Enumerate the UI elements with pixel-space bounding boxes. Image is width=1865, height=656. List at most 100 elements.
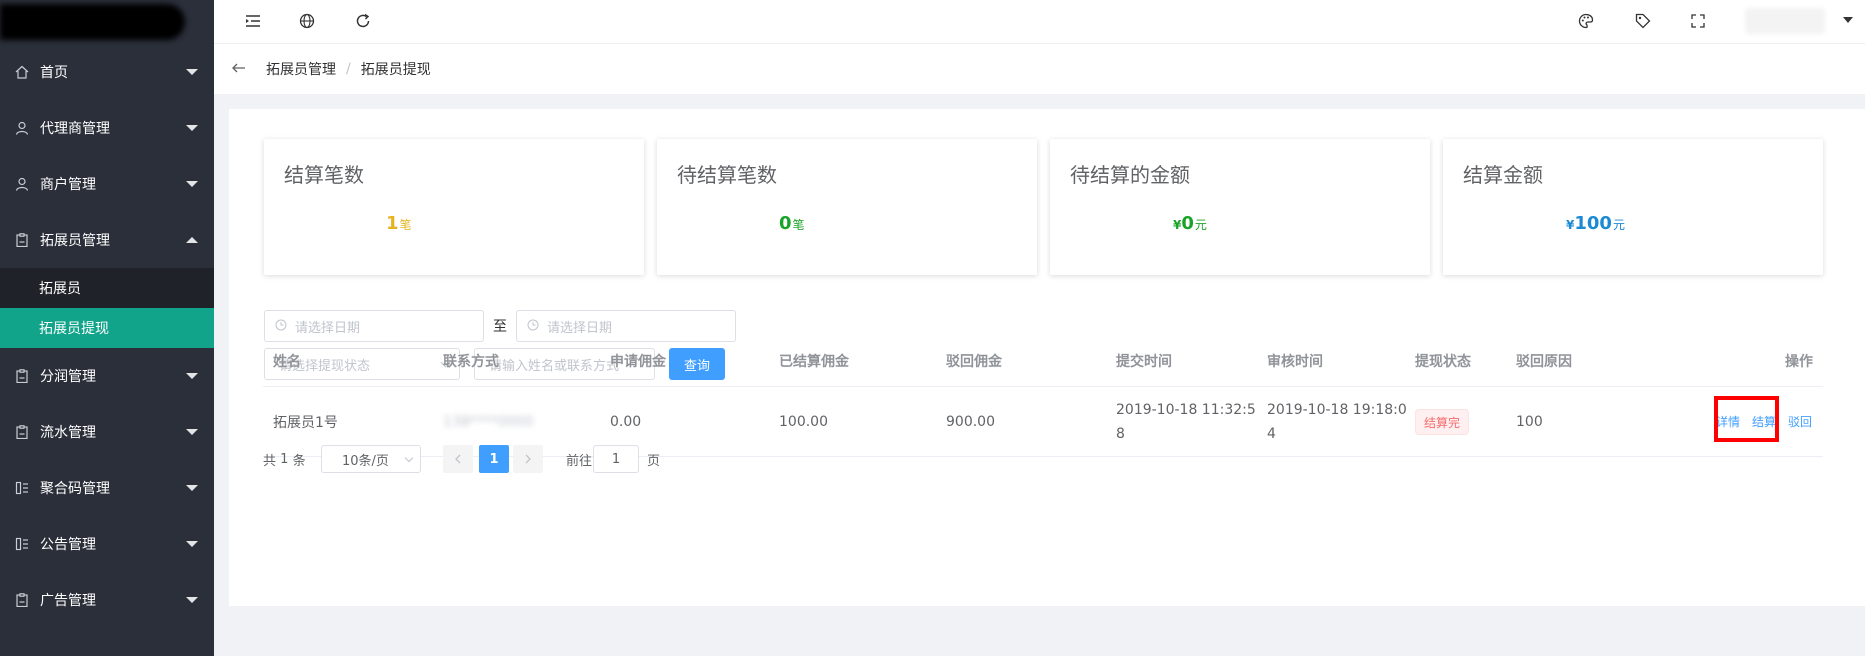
main-content: 结算笔数 1笔 待结算笔数 0笔 待结算的金额 ¥0元 结算金额 ¥100元 请… <box>229 109 1865 606</box>
palette-icon[interactable] <box>1577 12 1595 30</box>
clipboard-icon <box>14 232 30 248</box>
sidebar-item-transactions[interactable]: 流水管理 <box>0 404 214 460</box>
avatar[interactable] <box>1745 8 1825 34</box>
sidebar-item-agents[interactable]: 代理商管理 <box>0 100 214 156</box>
start-date-placeholder: 请选择日期 <box>295 320 361 336</box>
caret-down-icon <box>186 597 198 603</box>
logo <box>0 0 214 44</box>
sidebar-subitem-expander-withdraw[interactable]: 拓展员提现 <box>0 308 214 348</box>
sidebar-item-profit-share[interactable]: 分润管理 <box>0 348 214 404</box>
submenu-expanders: 拓展员 拓展员提现 <box>0 268 214 348</box>
stat-title: 待结算笔数 <box>677 163 777 187</box>
stat-title: 结算笔数 <box>284 163 364 187</box>
sidebar-item-label: 分润管理 <box>40 369 96 385</box>
column-header: 联系方式 <box>443 353 499 370</box>
stat-title: 待结算的金额 <box>1070 163 1190 187</box>
next-page-button[interactable] <box>513 445 543 473</box>
cell-reason: 100 <box>1516 413 1543 430</box>
tag-icon[interactable] <box>1634 12 1652 30</box>
reject-link[interactable]: 驳回 <box>1788 413 1812 430</box>
stat-card-settle-count: 结算笔数 1笔 <box>264 139 644 275</box>
prev-page-button[interactable] <box>443 445 473 473</box>
cell-status: 结算完 <box>1405 387 1470 456</box>
goto-page-input[interactable]: 1 <box>593 445 639 473</box>
date-range-separator: 至 <box>493 319 507 335</box>
clock-icon <box>275 319 287 334</box>
sidebar-item-label: 商户管理 <box>40 177 96 193</box>
sidebar-subitem-expander[interactable]: 拓展员 <box>0 268 214 308</box>
page-1-button[interactable]: 1 <box>479 445 509 473</box>
caret-down-icon <box>186 125 198 131</box>
cell-review-time: 2019-10-18 19:18:0 4 <box>1267 401 1407 442</box>
caret-down-icon <box>186 541 198 547</box>
stat-value: ¥0元 <box>1173 213 1207 234</box>
column-header: 申请佣金 <box>610 353 666 370</box>
chevron-down-icon <box>404 453 414 463</box>
breadcrumb: 拓展员管理 / 拓展员提现 <box>214 44 1865 94</box>
globe-icon[interactable] <box>298 12 316 30</box>
clipboard-icon <box>14 424 30 440</box>
sidebar: 首页 代理商管理 商户管理 拓展员管理 拓展员 拓展员提现 分润管理 流水管理 … <box>0 0 214 656</box>
sidebar-subitem-label: 拓展员提现 <box>39 321 109 337</box>
highlight-box <box>1714 396 1779 442</box>
breadcrumb-parent[interactable]: 拓展员管理 <box>266 59 336 79</box>
caret-down-icon[interactable] <box>1843 17 1853 23</box>
table-header: 姓名 联系方式 申请佣金 已结算佣金 驳回佣金 提交时间 审核时间 提现状态 驳… <box>263 335 1823 387</box>
sidebar-item-aggregate-code[interactable]: 聚合码管理 <box>0 460 214 516</box>
caret-down-icon <box>186 181 198 187</box>
pagination-total: 共 1 条 <box>263 451 306 469</box>
fullscreen-icon[interactable] <box>1689 12 1707 30</box>
sidebar-item-announcements[interactable]: 公告管理 <box>0 516 214 572</box>
breadcrumb-separator: / <box>346 61 351 77</box>
breadcrumb-current: 拓展员提现 <box>360 62 431 78</box>
column-header: 提交时间 <box>1116 353 1172 370</box>
cell-rejected: 900.00 <box>946 413 995 430</box>
back-arrow-icon[interactable] <box>232 61 246 77</box>
user-icon <box>14 120 30 136</box>
stat-card-pending-count: 待结算笔数 0笔 <box>657 139 1037 275</box>
page-size-select[interactable]: 10条/页 <box>321 445 421 473</box>
stat-card-pending-amount: 待结算的金额 ¥0元 <box>1050 139 1430 275</box>
sidebar-item-label: 广告管理 <box>40 593 96 609</box>
column-header: 已结算佣金 <box>779 353 849 370</box>
sidebar-item-label: 流水管理 <box>40 425 96 441</box>
withdraw-table: 姓名 联系方式 申请佣金 已结算佣金 驳回佣金 提交时间 审核时间 提现状态 驳… <box>263 335 1823 457</box>
sidebar-item-label: 拓展员管理 <box>40 233 110 249</box>
stat-card-settled-amount: 结算金额 ¥100元 <box>1443 139 1823 275</box>
column-header: 驳回佣金 <box>946 353 1002 370</box>
pagination: 共 1 条 10条/页 1 前往 1 页 <box>263 445 763 473</box>
sidebar-subitem-label: 拓展员 <box>39 281 81 297</box>
column-header: 审核时间 <box>1267 353 1323 370</box>
refresh-icon[interactable] <box>354 12 372 30</box>
stat-value: 0笔 <box>779 213 805 234</box>
sidebar-item-expanders[interactable]: 拓展员管理 <box>0 212 214 268</box>
clock-icon <box>527 319 539 334</box>
status-badge: 结算完 <box>1415 408 1470 435</box>
grid-icon <box>14 536 30 552</box>
user-icon <box>14 176 30 192</box>
home-icon <box>14 64 30 80</box>
caret-up-icon <box>186 237 198 243</box>
caret-down-icon <box>186 69 198 75</box>
caret-down-icon <box>186 485 198 491</box>
column-header: 姓名 <box>273 353 301 370</box>
stat-value: 1笔 <box>386 213 412 234</box>
sidebar-item-label: 聚合码管理 <box>40 481 110 497</box>
menu-fold-icon[interactable] <box>244 12 262 30</box>
stat-title: 结算金额 <box>1463 163 1543 187</box>
cell-submit-time: 2019-10-18 11:32:5 8 <box>1116 401 1256 442</box>
clipboard-icon <box>14 592 30 608</box>
goto-suffix: 页 <box>647 453 661 469</box>
caret-down-icon <box>186 429 198 435</box>
sidebar-item-home[interactable]: 首页 <box>0 44 214 100</box>
grid-icon <box>14 480 30 496</box>
sidebar-item-label: 首页 <box>40 65 68 81</box>
goto-prefix: 前往 <box>566 453 593 469</box>
sidebar-item-merchants[interactable]: 商户管理 <box>0 156 214 212</box>
top-navbar <box>214 0 1865 44</box>
column-header: 操作 <box>1785 353 1813 370</box>
sidebar-item-label: 公告管理 <box>40 537 96 553</box>
column-header: 提现状态 <box>1415 353 1471 370</box>
sidebar-item-label: 代理商管理 <box>40 121 110 137</box>
sidebar-item-ads[interactable]: 广告管理 <box>0 572 214 628</box>
